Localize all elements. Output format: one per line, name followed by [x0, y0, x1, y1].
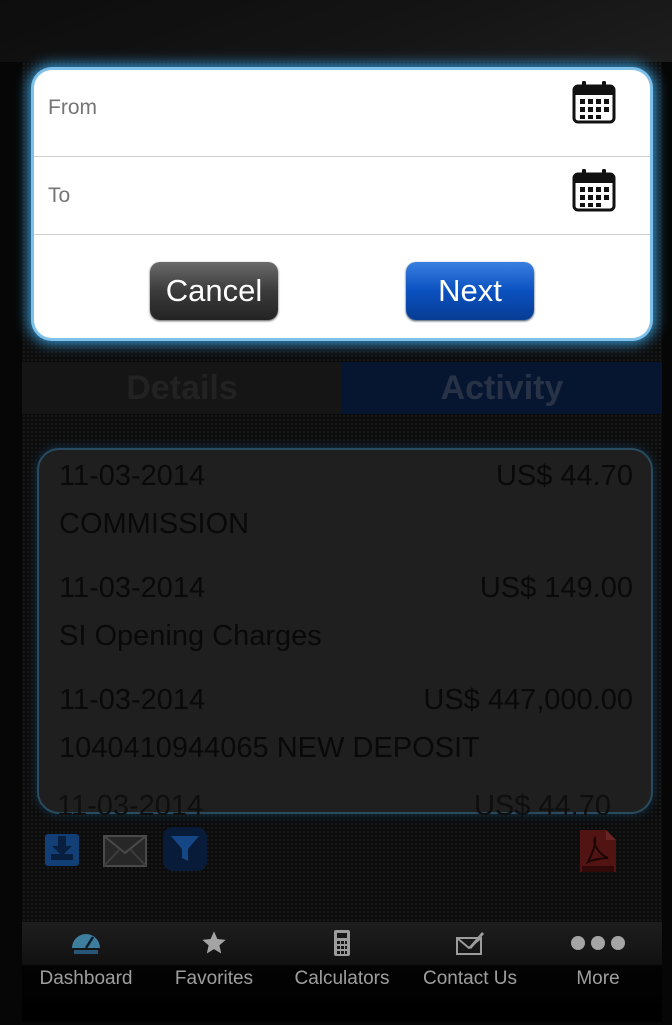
- tabbar-item-contact-us[interactable]: Contact Us: [406, 922, 534, 1022]
- to-date-field[interactable]: [46, 170, 570, 222]
- cancel-button[interactable]: Cancel: [150, 262, 278, 320]
- transaction-description: 1040410944065 NEW DEPOSIT: [59, 732, 480, 764]
- download-icon: [43, 828, 83, 870]
- from-date-field[interactable]: [46, 82, 570, 134]
- tab-details[interactable]: Details: [22, 362, 342, 414]
- transaction-date: 11-03-2014: [59, 460, 206, 492]
- next-button[interactable]: Next: [406, 262, 534, 320]
- calendar-icon[interactable]: [570, 166, 618, 214]
- calculator-icon: [278, 926, 406, 960]
- transaction-date: 11-03-2014: [57, 790, 204, 818]
- tabbar-label-contact-us: Contact Us: [423, 968, 517, 989]
- list-item[interactable]: 11-03-2014 US$ 44.70: [57, 790, 611, 818]
- pdf-export-button[interactable]: [578, 828, 618, 874]
- tabbar-label-more: More: [576, 968, 620, 989]
- email-button[interactable]: [102, 834, 148, 868]
- tabbar-label-calculators: Calculators: [294, 968, 390, 989]
- to-date-row: [34, 156, 650, 235]
- more-dots-icon: [534, 926, 662, 960]
- date-range-dialog: Cancel Next: [34, 70, 650, 338]
- transaction-amount: US$ 44.70: [495, 460, 633, 492]
- download-button[interactable]: [43, 828, 83, 870]
- activity-list[interactable]: 11-03-2014 US$ 44.70 COMMISSION 11-03-20…: [37, 448, 653, 814]
- filter-button[interactable]: [162, 826, 208, 872]
- tab-details-label: Details: [126, 368, 238, 407]
- tabbar-label-favorites: Favorites: [174, 968, 254, 989]
- tab-activity-label: Activity: [440, 368, 564, 407]
- tab-bar: Dashboard Favorites Calculators Contact …: [22, 922, 662, 1022]
- tabbar-item-calculators[interactable]: Calculators: [278, 922, 406, 1022]
- status-strip: [0, 0, 672, 62]
- email-icon: [102, 834, 148, 868]
- transaction-date: 11-03-2014: [59, 684, 206, 716]
- transaction-date: 11-03-2014: [59, 572, 206, 604]
- transaction-amount: US$ 44.70: [473, 790, 611, 818]
- calendar-icon[interactable]: [570, 78, 618, 126]
- tabbar-item-dashboard[interactable]: Dashboard: [22, 922, 150, 1022]
- transaction-amount: US$ 447,000.00: [423, 684, 633, 716]
- tabbar-label-dashboard: Dashboard: [39, 968, 133, 989]
- tabbar-item-more[interactable]: More: [534, 922, 662, 1022]
- transaction-description: COMMISSION: [59, 508, 250, 540]
- contact-icon: [406, 926, 534, 960]
- from-date-row: [34, 70, 650, 157]
- transaction-amount: US$ 149.00: [479, 572, 633, 604]
- tab-activity[interactable]: Activity: [342, 362, 662, 414]
- segment-tabs: Details Activity: [22, 362, 662, 414]
- pdf-icon: [578, 828, 618, 874]
- filter-icon: [162, 826, 208, 872]
- transaction-description: SI Opening Charges: [59, 620, 322, 652]
- star-icon: [150, 926, 278, 960]
- tabbar-item-favorites[interactable]: Favorites: [150, 922, 278, 1022]
- speedometer-icon: [22, 926, 150, 960]
